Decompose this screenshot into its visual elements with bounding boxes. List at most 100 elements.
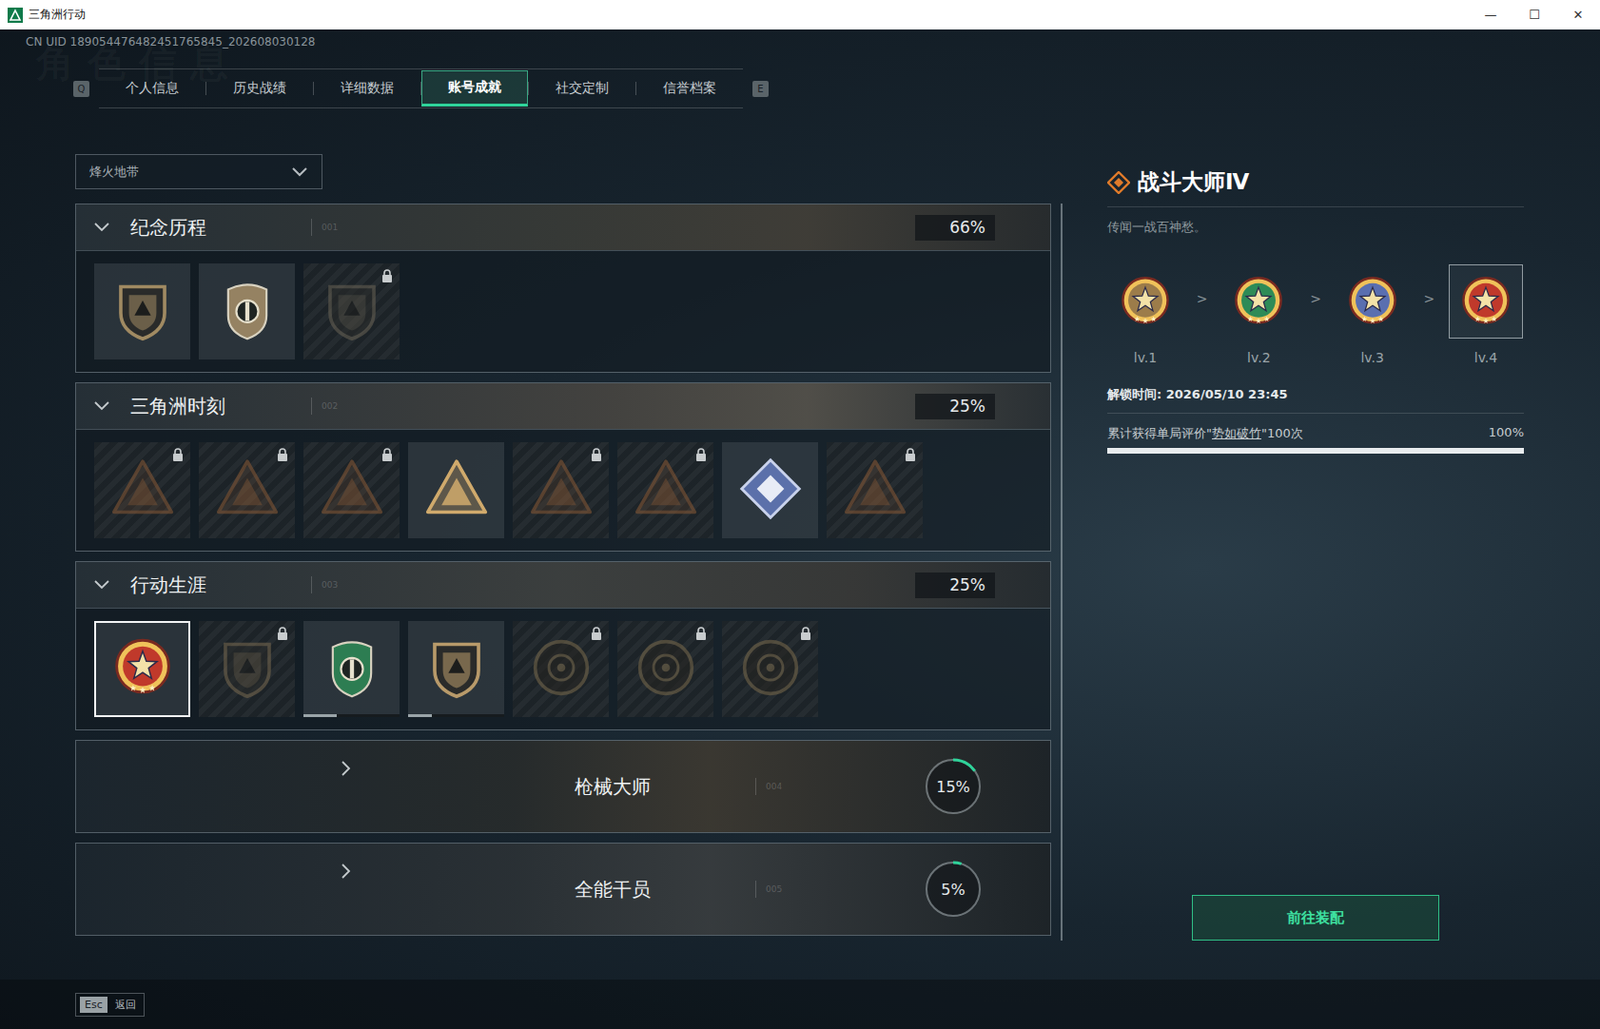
divider — [755, 778, 757, 796]
tab[interactable]: 社交定制 — [528, 70, 636, 107]
section-title: 行动生涯 — [130, 572, 312, 599]
esc-key: Esc — [79, 996, 108, 1014]
requirement-text: 累计获得单局评价"势如破竹"100次 — [1107, 425, 1304, 443]
star-badge-icon — [108, 633, 177, 703]
tab-separator — [205, 81, 207, 96]
tab[interactable]: 历史战绩 — [206, 70, 313, 107]
progress-ring: 15% — [922, 756, 984, 818]
lock-icon — [590, 448, 603, 462]
footer: Esc 返回 — [0, 979, 1600, 1029]
next-tab-key[interactable]: E — [752, 80, 769, 98]
prev-tab-key[interactable]: Q — [73, 80, 90, 98]
window-control[interactable]: — — [1468, 7, 1513, 22]
badge[interactable] — [617, 621, 714, 718]
header: 角色信息 CN UID 189054476482451765845_202608… — [0, 29, 1600, 109]
level-item[interactable]: lv.4 — [1447, 264, 1524, 366]
badge[interactable] — [94, 621, 191, 718]
section-title: 纪念历程 — [130, 214, 312, 241]
divider — [311, 576, 313, 594]
back-button[interactable]: Esc 返回 — [75, 993, 145, 1017]
achievement-section: 枪械大师 004 15% — [75, 740, 1052, 834]
lock-icon — [172, 448, 184, 462]
lock-icon — [381, 448, 393, 462]
mode-dropdown[interactable]: 烽火地带 — [75, 154, 323, 190]
section-header[interactable]: 全能干员 005 5% — [76, 843, 1051, 936]
lock-icon — [276, 626, 289, 641]
badge[interactable] — [303, 621, 400, 718]
section-header[interactable]: 三角洲时刻 002 25% — [76, 383, 1051, 430]
tab-separator — [635, 81, 637, 96]
level-label: lv.1 — [1133, 350, 1157, 366]
badge[interactable] — [198, 621, 295, 718]
tab-separator — [312, 81, 314, 96]
section-percent: 5% — [922, 858, 984, 920]
badge[interactable] — [408, 621, 505, 718]
diamond-badge-icon — [736, 454, 805, 524]
badge[interactable] — [198, 442, 295, 539]
window-control[interactable]: ☐ — [1512, 7, 1557, 22]
section-header[interactable]: 纪念历程 001 66% — [76, 204, 1051, 251]
level-item[interactable]: lv.3 — [1334, 264, 1411, 366]
detail-title: 战斗大师Ⅳ — [1137, 167, 1249, 197]
tab[interactable]: 账号成就 — [421, 70, 528, 107]
lock-icon — [695, 626, 707, 641]
badge[interactable] — [303, 442, 400, 539]
level-label: lv.3 — [1360, 350, 1384, 366]
detail-description: 传闻一战百神愁。 — [1107, 218, 1524, 236]
badge[interactable] — [94, 442, 191, 539]
section-title: 枪械大师 — [574, 774, 756, 800]
triangle-badge-icon — [840, 454, 910, 524]
chevron-icon — [93, 221, 111, 234]
divider — [311, 218, 313, 236]
section-percent: 25% — [915, 572, 996, 599]
shield-badge-icon — [422, 633, 491, 703]
chevron-icon — [93, 579, 111, 591]
badge[interactable] — [512, 621, 609, 718]
tab[interactable]: 个人信息 — [98, 70, 206, 107]
chevron-icon — [93, 400, 111, 412]
tab[interactable]: 信誉档案 — [636, 70, 743, 107]
achievement-section: 三角洲时刻 002 25% — [75, 382, 1052, 552]
achievement-section: 全能干员 005 5% — [75, 842, 1052, 937]
window-control[interactable]: ✕ — [1556, 7, 1600, 22]
unlock-time: 解锁时间: 2026/05/10 23:45 — [1107, 386, 1524, 414]
tab-bar: Q 个人信息 历史战绩 详细数据 账号成就 社交定制 信誉档案 E — [73, 68, 1600, 109]
level-item[interactable]: lv.2 — [1220, 264, 1297, 366]
back-label: 返回 — [115, 997, 137, 1013]
shield-badge-icon — [213, 633, 282, 703]
section-percent: 15% — [922, 756, 984, 818]
badge[interactable] — [617, 442, 714, 539]
lock-icon — [695, 448, 707, 462]
section-header[interactable]: 行动生涯 003 25% — [76, 562, 1051, 608]
triangle-badge-icon — [526, 454, 596, 524]
chevron-icon — [340, 663, 352, 1029]
equip-button[interactable]: 前往装配 — [1191, 895, 1440, 941]
badge[interactable] — [826, 442, 923, 539]
lock-icon — [800, 626, 812, 641]
star-badge-icon — [1456, 272, 1516, 332]
section-code: 002 — [321, 401, 338, 411]
badge[interactable] — [303, 263, 400, 360]
achievements-screen: 三角洲行动 —☐✕ 角色信息 CN UID 189054476482451765… — [0, 0, 1600, 1029]
badge[interactable] — [721, 442, 819, 539]
scrollbar[interactable] — [1060, 203, 1063, 941]
badge[interactable] — [198, 263, 295, 360]
requirement-percent: 100% — [1488, 425, 1524, 443]
tab[interactable]: 详细数据 — [313, 70, 421, 107]
triangle-badge-icon — [108, 454, 177, 524]
badge[interactable] — [512, 442, 609, 539]
level-item[interactable]: lv.1 — [1107, 264, 1184, 366]
lock-icon — [904, 448, 917, 462]
triangle-badge-icon — [631, 454, 701, 524]
circle-badge-icon — [736, 633, 805, 703]
level-label: lv.4 — [1474, 350, 1498, 366]
badge[interactable] — [408, 442, 505, 539]
lock-icon — [590, 626, 603, 641]
badge[interactable] — [721, 621, 819, 718]
requirement-progress — [1107, 448, 1524, 454]
dropdown-value: 烽火地带 — [89, 163, 139, 181]
section-header[interactable]: 枪械大师 004 15% — [76, 741, 1051, 833]
section-title: 全能干员 — [574, 877, 756, 903]
badge[interactable] — [94, 263, 191, 360]
section-title: 三角洲时刻 — [130, 393, 312, 420]
